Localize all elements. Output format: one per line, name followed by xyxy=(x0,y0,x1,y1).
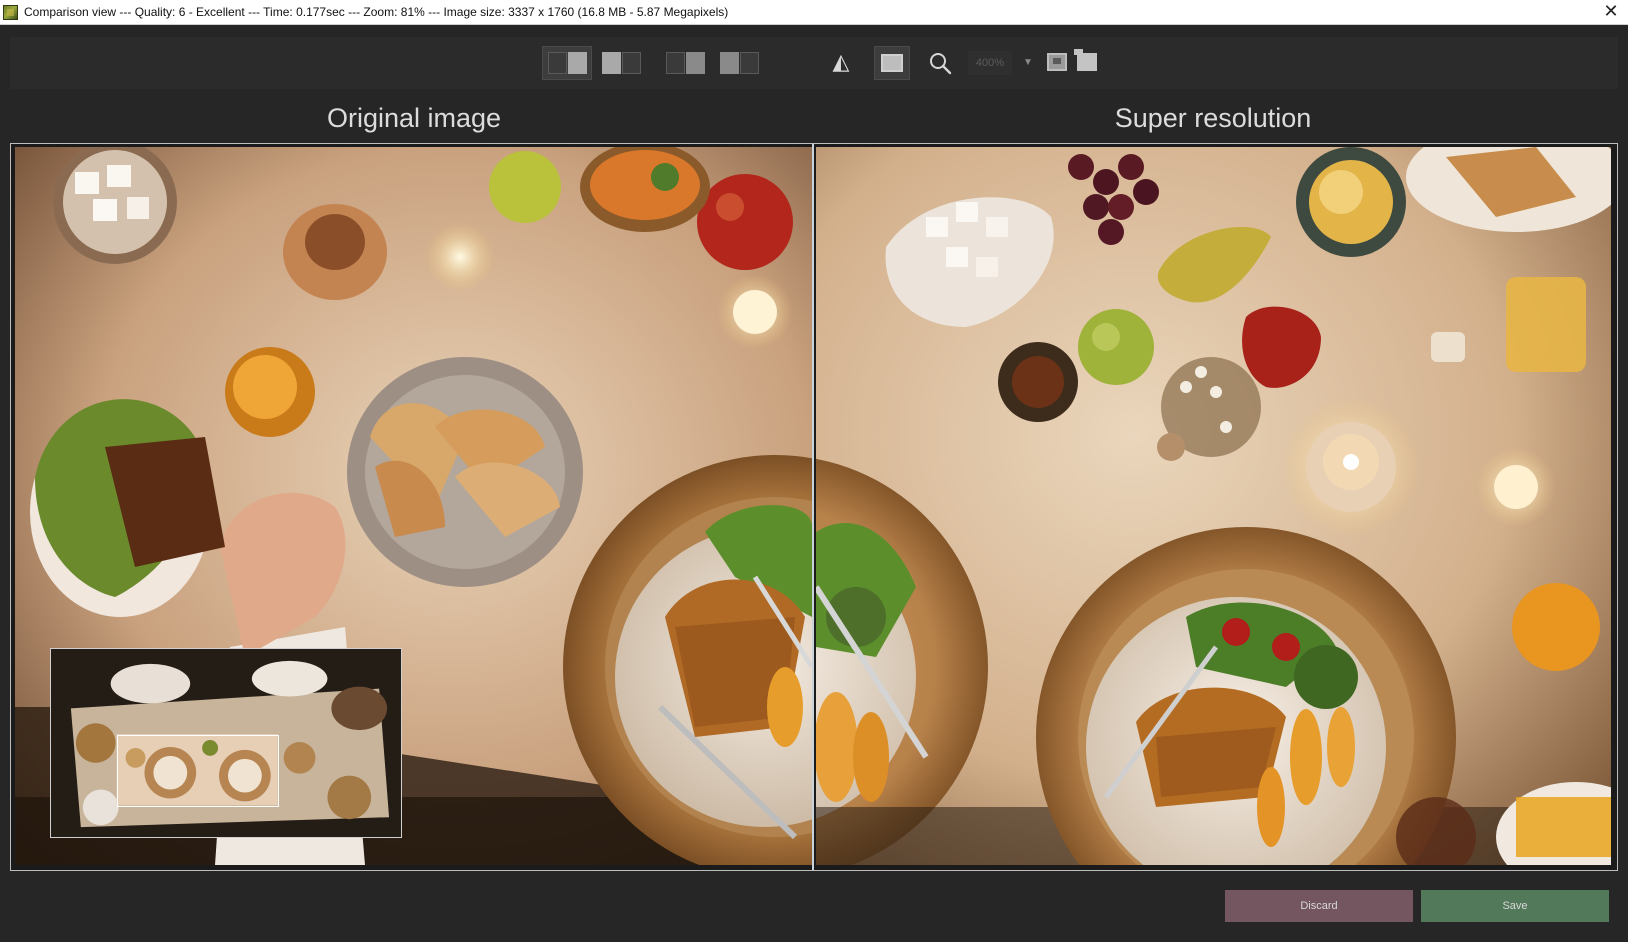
side-by-side-icon xyxy=(547,52,587,74)
super-resolution-heading: Super resolution xyxy=(1114,103,1312,133)
split-divider[interactable] xyxy=(812,144,814,870)
title-bar: Comparison view --- Quality: 6 - Excelle… xyxy=(0,0,1628,25)
actual-size-icon[interactable] xyxy=(1047,53,1067,71)
navigator-minimap[interactable] xyxy=(50,648,402,838)
mirror-icon: ◭ xyxy=(832,50,850,75)
view-side-by-side-button[interactable] xyxy=(542,46,592,80)
super-resolution-photo xyxy=(816,147,1611,865)
open-folder-icon[interactable] xyxy=(1074,49,1097,71)
original-image-pane[interactable] xyxy=(15,147,812,865)
comparison-area[interactable] xyxy=(10,143,1618,871)
super-resolution-pane[interactable] xyxy=(816,147,1611,865)
fit-window-icon xyxy=(881,54,903,72)
mirror-button[interactable]: ◭ xyxy=(824,46,858,80)
single-left-icon xyxy=(665,52,705,74)
magnifier-icon xyxy=(930,53,952,75)
zoom-tool-button[interactable] xyxy=(924,46,956,80)
discard-button[interactable]: Discard xyxy=(1225,890,1413,922)
view-single-right-button[interactable] xyxy=(716,46,762,80)
single-right-icon xyxy=(719,52,759,74)
fit-to-window-button[interactable] xyxy=(874,46,910,80)
original-photo xyxy=(15,147,812,865)
close-icon[interactable]: ✕ xyxy=(1600,1,1622,23)
zoom-level-field[interactable]: 400% xyxy=(968,51,1012,75)
save-button[interactable]: Save xyxy=(1421,890,1609,922)
window-title: Comparison view --- Quality: 6 - Excelle… xyxy=(24,5,729,19)
navigator-viewport[interactable] xyxy=(117,735,279,807)
original-image-heading: Original image xyxy=(326,103,502,133)
view-split-button[interactable] xyxy=(598,46,644,80)
toolbar: ◭ 400% ▼ xyxy=(10,37,1618,89)
app-icon xyxy=(3,4,18,20)
view-single-left-button[interactable] xyxy=(662,46,708,80)
zoom-dropdown-icon[interactable]: ▼ xyxy=(1020,51,1036,75)
split-view-icon xyxy=(601,52,641,74)
